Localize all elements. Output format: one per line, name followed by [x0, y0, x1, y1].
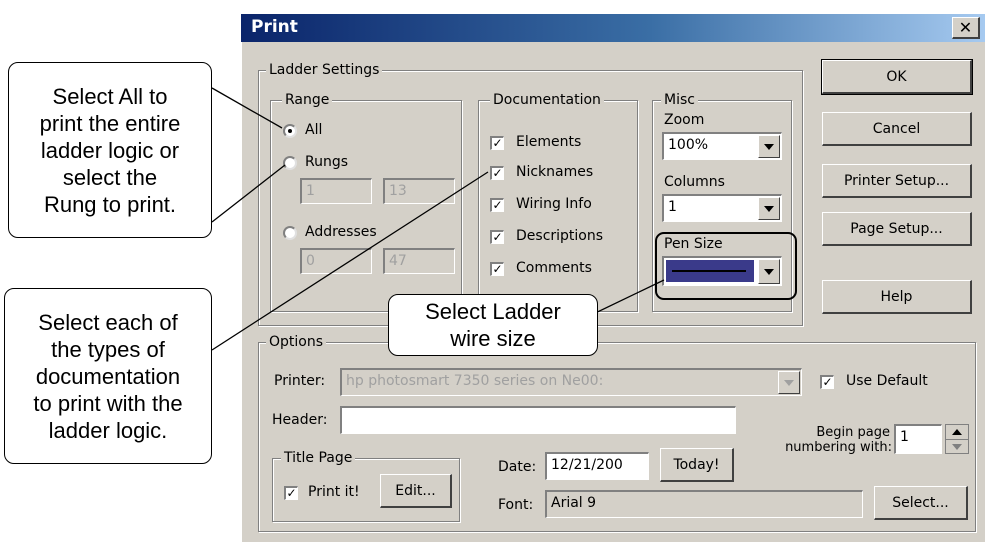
leader-rung: [211, 164, 286, 223]
callout-all-line: Rung to print.: [43, 191, 177, 217]
callout-select-all: Select All to print the entire ladder lo…: [8, 62, 212, 238]
callout-doc-line: ladder logic.: [48, 417, 168, 443]
callout-wire-size: Select Ladder wire size: [388, 294, 598, 356]
leader-all: [211, 87, 283, 129]
callout-all-line: Select All to: [52, 83, 168, 109]
callout-all-line: select the: [62, 164, 158, 190]
callout-all-line: ladder logic or: [40, 137, 180, 163]
callout-wire-line: wire size: [450, 326, 536, 351]
callout-doc-line: documentation: [35, 363, 181, 389]
callout-doc-line: Select each of: [38, 309, 178, 335]
callout-doc-line: the types of: [51, 336, 165, 362]
callout-documentation: Select each of the types of documentatio…: [4, 288, 212, 464]
callout-wire-line: Select Ladder: [425, 299, 561, 324]
callout-doc-line: to print with the: [33, 390, 183, 416]
callout-all-line: print the entire: [39, 110, 181, 136]
